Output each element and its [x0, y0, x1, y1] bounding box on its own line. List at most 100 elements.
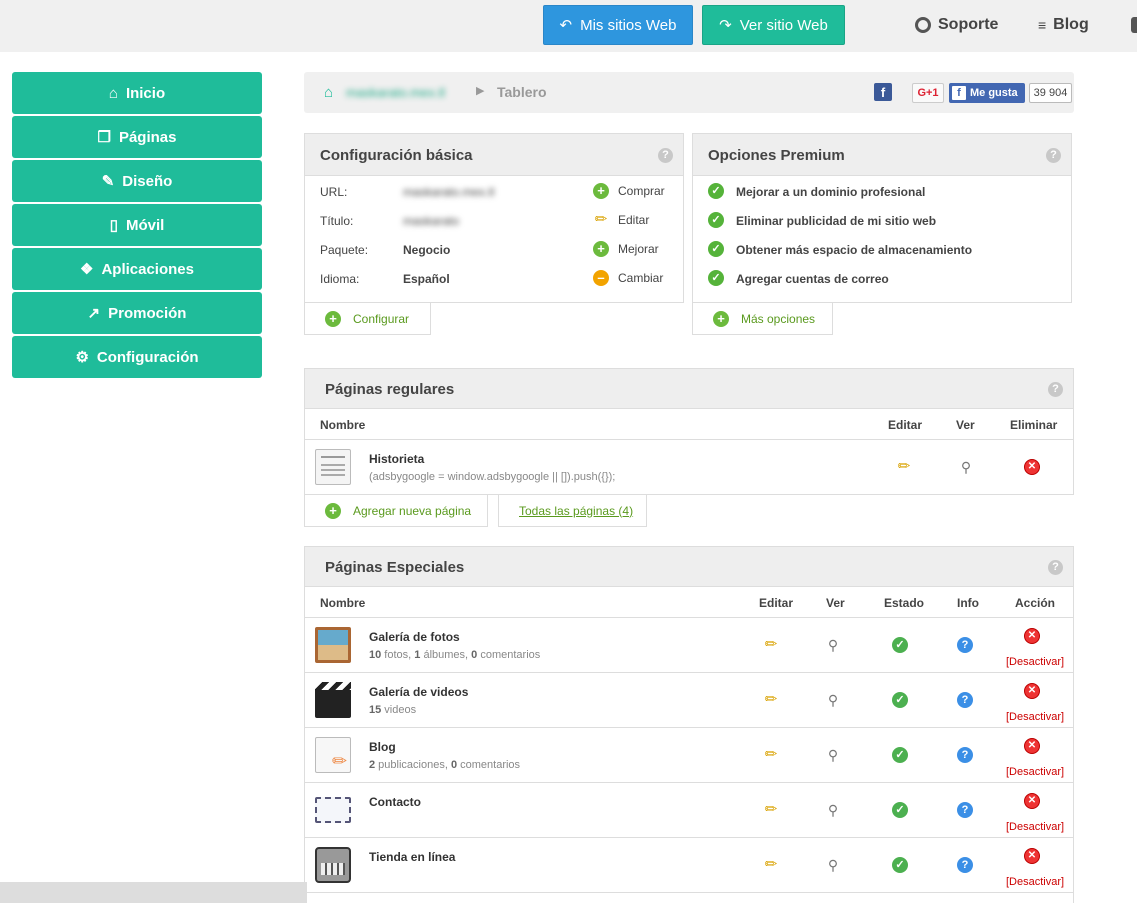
minus-icon: –	[593, 270, 609, 286]
upgrade-package-action[interactable]: + Mejorar	[593, 241, 659, 257]
edit-pencil-icon[interactable]: ✏	[763, 637, 779, 653]
sidebar-item-aplicaciones[interactable]: ❖ Aplicaciones	[12, 248, 262, 290]
view-magnifier-icon[interactable]: ⚲	[958, 459, 974, 475]
all-pages-link[interactable]: Todas las páginas (4)	[498, 495, 647, 527]
help-icon[interactable]: ?	[1048, 382, 1063, 397]
breadcrumb-current: Tablero	[497, 84, 547, 100]
deactivate-icon[interactable]: ✕	[1024, 628, 1040, 644]
sidebar-item-diseno[interactable]: ✎ Diseño	[12, 160, 262, 202]
page-name[interactable]: Tienda en línea	[369, 850, 455, 864]
basic-row-label: URL:	[320, 185, 348, 199]
edit-pencil-icon[interactable]: ✏	[763, 857, 779, 873]
page-name[interactable]: Blog	[369, 740, 396, 754]
page-stats: 2 publicaciones, 0 comentarios	[369, 759, 521, 771]
page-name[interactable]: Contacto	[369, 795, 421, 809]
sidebar-item-movil[interactable]: ▯ Móvil	[12, 204, 262, 246]
premium-item[interactable]: ✓ Mejorar a un dominio profesional	[693, 177, 1071, 206]
check-icon: ✓	[708, 241, 724, 257]
special-pages-title: Páginas Especiales	[325, 559, 465, 576]
user-icon[interactable]	[1131, 17, 1137, 33]
view-site-button[interactable]: ↷ Ver sitio Web	[702, 5, 845, 45]
page-name[interactable]: Galería de fotos	[369, 630, 460, 644]
facebook-like-button[interactable]: f Me gusta	[949, 83, 1025, 103]
basic-row-value: maskarato	[403, 214, 460, 228]
view-magnifier-icon[interactable]: ⚲	[825, 692, 841, 708]
change-language-action[interactable]: – Cambiar	[593, 270, 663, 286]
check-icon: ✓	[708, 270, 724, 286]
pages-icon: ❐	[97, 129, 111, 146]
view-magnifier-icon[interactable]: ⚲	[825, 802, 841, 818]
sidebar-item-promocion[interactable]: ↗ Promoción	[12, 292, 262, 334]
help-icon[interactable]: ?	[1046, 148, 1061, 163]
breadcrumb-site[interactable]: maskarato.mex.tl	[346, 85, 445, 100]
basic-row: Idioma: Español – Cambiar	[305, 264, 683, 293]
more-options-button[interactable]: + Más opciones	[692, 303, 833, 335]
deactivate-icon[interactable]: ✕	[1024, 848, 1040, 864]
sidebar-item-configuracion[interactable]: ⚙ Configuración	[12, 336, 262, 378]
status-ok-icon: ✓	[892, 802, 908, 818]
view-magnifier-icon[interactable]: ⚲	[825, 637, 841, 653]
info-icon[interactable]: ?	[957, 692, 973, 708]
premium-item[interactable]: ✓ Eliminar publicidad de mi sitio web	[693, 206, 1071, 235]
premium-item[interactable]: ✓ Obtener más espacio de almacenamiento	[693, 235, 1071, 264]
cash-register-icon	[315, 847, 351, 883]
configure-button[interactable]: + Configurar	[304, 303, 431, 335]
info-icon[interactable]: ?	[957, 747, 973, 763]
col-view: Ver	[956, 418, 975, 432]
add-page-button[interactable]: + Agregar nueva página	[304, 495, 488, 527]
deactivate-link[interactable]: [Desactivar]	[1006, 876, 1064, 888]
basic-row-label: Idioma:	[320, 272, 360, 286]
gears-icon: ⚙	[75, 349, 89, 366]
sidebar-item-paginas[interactable]: ❐ Páginas	[12, 116, 262, 158]
buy-domain-action[interactable]: + Comprar	[593, 183, 665, 199]
photo-gallery-icon	[315, 627, 351, 663]
share-arrow-icon: ↷	[719, 17, 732, 34]
sidebar-item-inicio[interactable]: ⌂ Inicio	[12, 72, 262, 114]
col-view: Ver	[826, 596, 845, 610]
help-icon[interactable]: ?	[1048, 560, 1063, 575]
deactivate-icon[interactable]: ✕	[1024, 738, 1040, 754]
basic-row-label: Título:	[320, 214, 354, 228]
special-pages-header: Páginas Especiales ?	[305, 547, 1073, 587]
blog-link[interactable]: ≡ Blog	[1038, 16, 1089, 34]
edit-title-action[interactable]: ✏ Editar	[593, 212, 650, 228]
deactivate-icon[interactable]: ✕	[1024, 683, 1040, 699]
info-icon[interactable]: ?	[957, 857, 973, 873]
rss-icon: ≡	[1038, 17, 1047, 33]
view-magnifier-icon[interactable]: ⚲	[825, 747, 841, 763]
info-icon[interactable]: ?	[957, 802, 973, 818]
facebook-icon[interactable]: f	[874, 83, 892, 101]
page-excerpt: (adsbygoogle = window.adsbygoogle || [])…	[369, 471, 616, 483]
deactivate-link[interactable]: [Desactivar]	[1006, 656, 1064, 668]
home-icon[interactable]: ⌂	[324, 84, 333, 101]
horizontal-scrollbar[interactable]	[0, 882, 307, 903]
table-row: ✏ Blog 2 publicaciones, 0 comentarios ✏ …	[305, 728, 1073, 783]
deactivate-icon[interactable]: ✕	[1024, 793, 1040, 809]
col-name: Nombre	[320, 418, 366, 432]
deactivate-link[interactable]: [Desactivar]	[1006, 766, 1064, 778]
deactivate-link[interactable]: [Desactivar]	[1006, 821, 1064, 833]
deactivate-link[interactable]: [Desactivar]	[1006, 711, 1064, 723]
help-icon[interactable]: ?	[658, 148, 673, 163]
support-link[interactable]: Soporte	[915, 16, 998, 34]
plus-icon: +	[713, 310, 729, 327]
basic-row-value: Español	[403, 272, 450, 286]
info-icon[interactable]: ?	[957, 637, 973, 653]
page-name[interactable]: Galería de videos	[369, 685, 468, 699]
status-ok-icon: ✓	[892, 692, 908, 708]
delete-icon[interactable]: ✕	[1024, 459, 1040, 475]
view-magnifier-icon[interactable]: ⚲	[825, 857, 841, 873]
my-sites-button[interactable]: ↶ Mis sitios Web	[543, 5, 693, 45]
table-row: Tienda en línea ✏ ⚲ ✓ ? ✕ [Desactivar]	[305, 838, 1073, 893]
page-name[interactable]: Historieta	[369, 452, 424, 466]
basic-config-panel: Configuración básica ? URL: maskarato.me…	[304, 133, 684, 303]
edit-pencil-icon[interactable]: ✏	[763, 802, 779, 818]
basic-row: Título: maskarato ✏ Editar	[305, 206, 683, 235]
edit-pencil-icon[interactable]: ✏	[763, 747, 779, 763]
edit-pencil-icon[interactable]: ✏	[896, 459, 912, 475]
premium-item[interactable]: ✓ Agregar cuentas de correo	[693, 264, 1071, 293]
plus-icon: +	[325, 310, 341, 327]
edit-pencil-icon[interactable]: ✏	[763, 692, 779, 708]
special-pages-panel: Páginas Especiales ? Nombre Editar Ver E…	[304, 546, 1074, 903]
gplus-button[interactable]: G+1	[912, 83, 944, 103]
